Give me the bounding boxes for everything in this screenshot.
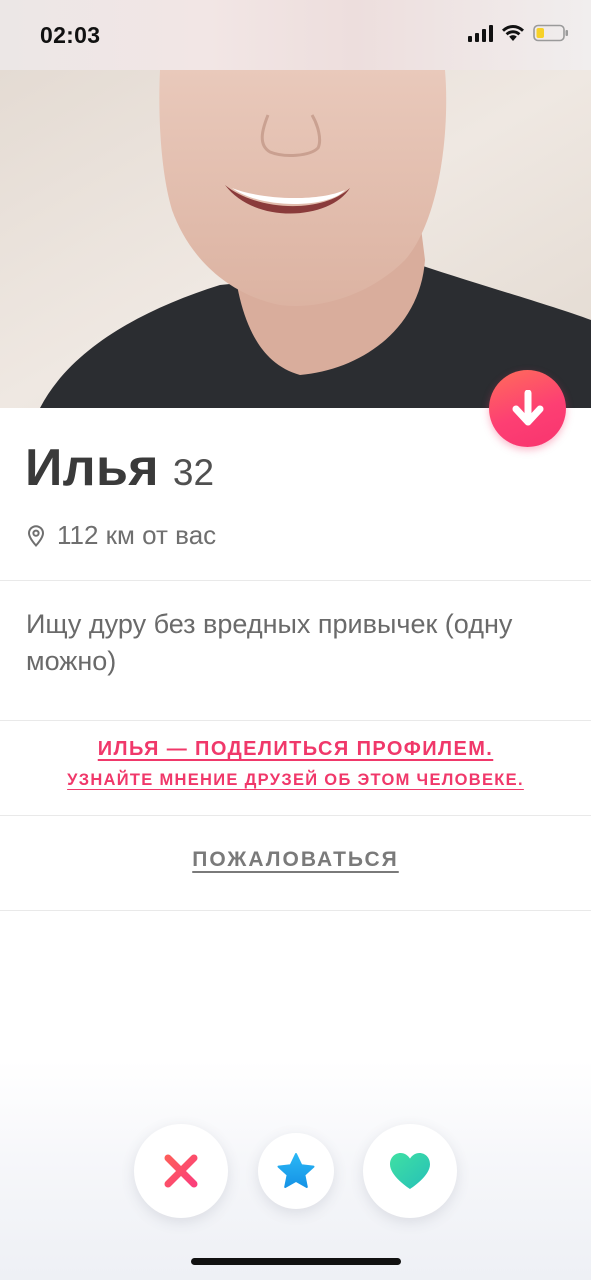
profile-screen: 02:03 Илья 32 112 км от вас Ищу дуру без… [0, 0, 591, 1280]
report-link[interactable]: ПОЖАЛОВАТЬСЯ [0, 848, 591, 872]
profile-name: Илья [25, 439, 159, 497]
nope-button[interactable] [134, 1124, 228, 1218]
rewind-button[interactable] [489, 370, 566, 447]
distance-row: 112 км от вас [27, 520, 216, 551]
profile-age: 32 [172, 452, 215, 493]
star-icon [277, 1153, 315, 1188]
battery-icon [533, 24, 569, 42]
profile-bio: Ищу дуру без вредных привычек (одну можн… [26, 609, 513, 676]
share-subtitle[interactable]: УЗНАЙТЕ МНЕНИЕ ДРУЗЕЙ ОБ ЭТОМ ЧЕЛОВЕКЕ. [67, 771, 524, 790]
report-label[interactable]: ПОЖАЛОВАТЬСЯ [192, 848, 399, 871]
profile-photo[interactable] [0, 70, 591, 408]
location-pin-icon [27, 524, 45, 547]
divider [0, 910, 591, 911]
arrow-down-icon [512, 389, 543, 425]
share-profile-link[interactable]: ИЛЬЯ — ПОДЕЛИТЬСЯ ПРОФИЛЕМ. УЗНАЙТЕ МНЕН… [0, 738, 591, 790]
status-bar: 02:03 [0, 0, 591, 70]
signal-icon [468, 24, 493, 42]
divider [0, 815, 591, 816]
share-title[interactable]: ИЛЬЯ — ПОДЕЛИТЬСЯ ПРОФИЛЕМ. [98, 738, 494, 761]
divider [0, 720, 591, 721]
status-time: 02:03 [40, 22, 101, 48]
heart-icon [390, 1153, 430, 1189]
like-button[interactable] [363, 1124, 457, 1218]
close-icon [164, 1154, 198, 1188]
status-icons [468, 24, 569, 42]
divider [0, 580, 591, 581]
name-row: Илья 32 [25, 438, 214, 498]
superlike-button[interactable] [258, 1133, 334, 1209]
wifi-icon [501, 24, 525, 42]
distance-text: 112 км от вас [57, 520, 217, 550]
home-indicator[interactable] [191, 1258, 401, 1265]
